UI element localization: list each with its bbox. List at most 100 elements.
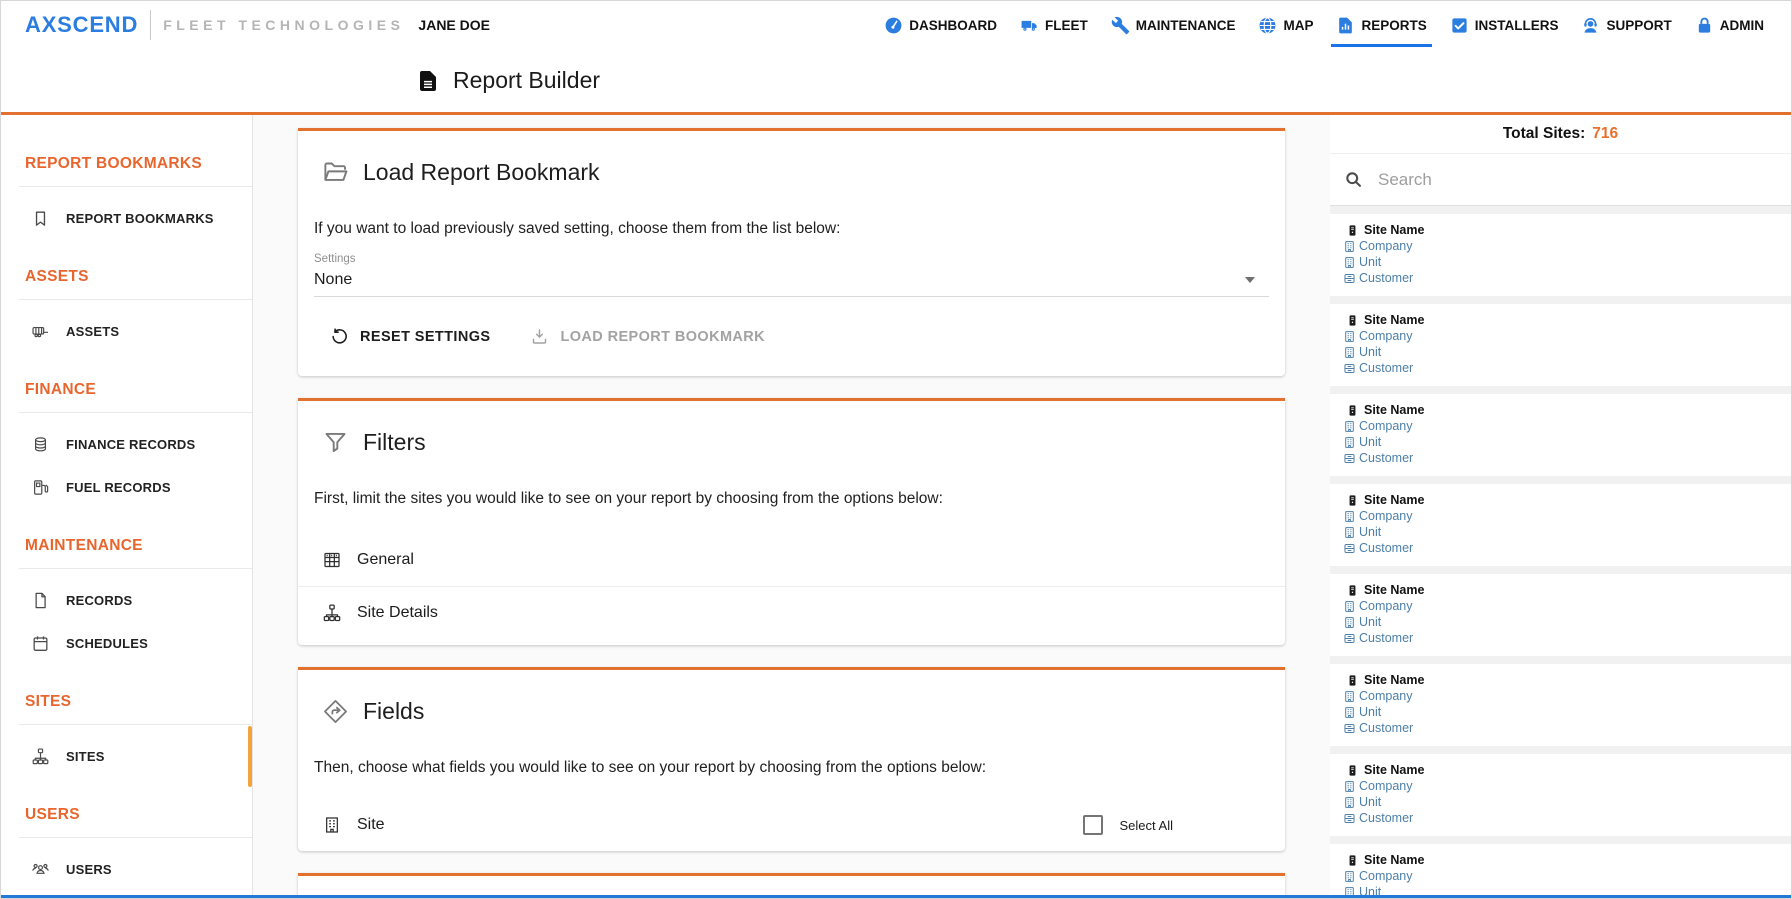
- nav-maintenance[interactable]: MAINTENANCE: [1110, 1, 1237, 49]
- logged-in-user: JANE DOE: [418, 17, 490, 33]
- card-description: If you want to load previously saved set…: [298, 186, 1285, 238]
- site-unit-link[interactable]: Unit: [1343, 254, 1781, 270]
- sidebar-heading: REPORT BOOKMARKS: [1, 129, 252, 186]
- sidebar-item-assets[interactable]: ASSETS: [1, 310, 252, 353]
- site-company-link[interactable]: Company: [1343, 778, 1781, 794]
- site-company-link[interactable]: Company: [1343, 598, 1781, 614]
- site-unit-link[interactable]: Unit: [1343, 344, 1781, 360]
- site-card[interactable]: Site Name Company Unit Customer: [1330, 304, 1791, 394]
- report-file-icon: [1336, 16, 1355, 35]
- load-report-bookmark-button[interactable]: LOAD REPORT BOOKMARK: [530, 327, 765, 346]
- site-company-link[interactable]: Company: [1343, 868, 1781, 884]
- site-unit-link[interactable]: Unit: [1343, 794, 1781, 810]
- brand: AXSCEND FLEET TECHNOLOGIES JANE DOE: [25, 10, 490, 40]
- building-icon: [1343, 420, 1356, 433]
- total-sites-value: 716: [1592, 125, 1618, 143]
- sidebar-heading: ASSETS: [1, 242, 252, 299]
- fuel-pump-icon: [31, 478, 50, 497]
- site-company-link[interactable]: Company: [1343, 238, 1781, 254]
- sidebar-item-users[interactable]: USERS: [1, 848, 252, 891]
- field-site-row[interactable]: Site: [322, 815, 385, 835]
- sidebar-heading: MAINTENANCE: [1, 511, 252, 568]
- site-customer-link[interactable]: Customer: [1343, 540, 1781, 556]
- site-card[interactable]: Site Name Company Unit Customer: [1330, 664, 1791, 754]
- nav-map[interactable]: MAP: [1257, 1, 1314, 49]
- reset-settings-button[interactable]: RESET SETTINGS: [330, 327, 490, 346]
- card-title: Filters: [363, 429, 426, 456]
- site-company-link[interactable]: Company: [1343, 688, 1781, 704]
- select-all-label: Select All: [1120, 818, 1173, 833]
- site-customer-link[interactable]: Customer: [1343, 270, 1781, 286]
- sidebar-item-report-bookmarks[interactable]: REPORT BOOKMARKS: [1, 197, 252, 240]
- building-icon: [1343, 870, 1356, 883]
- site-name: Site Name: [1343, 762, 1781, 778]
- select-all-control[interactable]: Select All: [1083, 815, 1173, 835]
- building-icon: [1343, 510, 1356, 523]
- sidebar-item-schedules[interactable]: SCHEDULES: [1, 622, 252, 665]
- site-card[interactable]: Site Name Company Unit Customer: [1330, 484, 1791, 574]
- sites-panel: Total Sites: 716 Site Name Company Unit …: [1330, 115, 1791, 899]
- building-icon: [1343, 256, 1356, 269]
- nav-fleet[interactable]: FLEET: [1019, 1, 1089, 49]
- site-card[interactable]: Site Name Company Unit Customer: [1330, 574, 1791, 664]
- site-unit-link[interactable]: Unit: [1343, 434, 1781, 450]
- sidebar-section-users: USERS USERS: [1, 780, 252, 893]
- sidebar-item-sites[interactable]: SITES: [1, 735, 252, 778]
- sidebar-section-report-bookmarks: REPORT BOOKMARKS REPORT BOOKMARKS: [1, 129, 252, 242]
- filter-site-details-row[interactable]: Site Details: [298, 586, 1285, 639]
- site-card[interactable]: Site Name Company Unit Customer: [1330, 394, 1791, 484]
- filter-general-row[interactable]: General: [298, 534, 1285, 586]
- sitemap-icon: [322, 603, 342, 623]
- sidebar-item-records[interactable]: RECORDS: [1, 579, 252, 622]
- open-folder-icon: [322, 159, 349, 186]
- coins-icon: [31, 435, 50, 454]
- site-name: Site Name: [1343, 492, 1781, 508]
- nav-dashboard[interactable]: DASHBOARD: [883, 1, 998, 49]
- site-customer-link[interactable]: Customer: [1343, 720, 1781, 736]
- nav-reports[interactable]: REPORTS: [1335, 1, 1427, 49]
- nav-admin[interactable]: ADMIN: [1694, 1, 1765, 49]
- nav-installers[interactable]: INSTALLERS: [1449, 1, 1560, 49]
- brand-logo: AXSCEND: [25, 12, 138, 38]
- site-company-link[interactable]: Company: [1343, 418, 1781, 434]
- building-icon: [1343, 330, 1356, 343]
- building-icon: [1343, 600, 1356, 613]
- site-company-link[interactable]: Company: [1343, 508, 1781, 524]
- app-header: AXSCEND FLEET TECHNOLOGIES JANE DOE DASH…: [1, 1, 1791, 112]
- site-customer-link[interactable]: Customer: [1343, 630, 1781, 646]
- site-card[interactable]: Site Name Company Unit Customer: [1330, 754, 1791, 844]
- site-customer-link[interactable]: Customer: [1343, 810, 1781, 826]
- nav-support[interactable]: SUPPORT: [1580, 1, 1672, 49]
- sidebar-item-fuel-records[interactable]: FUEL RECORDS: [1, 466, 252, 509]
- site-card[interactable]: Site Name Company Unit Customer: [1330, 214, 1791, 304]
- site-customer-link[interactable]: Customer: [1343, 360, 1781, 376]
- site-list: Site Name Company Unit Customer Site Nam…: [1330, 206, 1791, 899]
- calendar-icon: [31, 634, 50, 653]
- site-name: Site Name: [1343, 582, 1781, 598]
- settings-select[interactable]: Settings None: [314, 253, 1269, 297]
- drawer-icon: [1343, 632, 1356, 645]
- brand-divider: [150, 10, 151, 40]
- site-name: Site Name: [1343, 402, 1781, 418]
- sidebar-section-maintenance: MAINTENANCE RECORDS SCHEDULES: [1, 511, 252, 667]
- site-unit-link[interactable]: Unit: [1343, 524, 1781, 540]
- site-unit-link[interactable]: Unit: [1343, 704, 1781, 720]
- site-name: Site Name: [1343, 672, 1781, 688]
- building-icon: [1343, 346, 1356, 359]
- site-unit-link[interactable]: Unit: [1343, 614, 1781, 630]
- search-input[interactable]: [1378, 170, 1777, 190]
- window-bottom-edge: [1, 895, 1791, 898]
- site-customer-link[interactable]: Customer: [1343, 450, 1781, 466]
- sidebar-heading: USERS: [1, 780, 252, 837]
- site-card[interactable]: Site Name Company Unit Customer: [1330, 844, 1791, 899]
- select-all-checkbox[interactable]: [1083, 815, 1103, 835]
- card-title: Fields: [363, 698, 424, 725]
- sidebar-section-sites: SITES SITES: [1, 667, 252, 780]
- site-company-link[interactable]: Company: [1343, 328, 1781, 344]
- sidebar-item-finance-records[interactable]: FINANCE RECORDS: [1, 423, 252, 466]
- wrench-icon: [1111, 16, 1130, 35]
- report-builder-app: AXSCEND FLEET TECHNOLOGIES JANE DOE DASH…: [0, 0, 1792, 899]
- building-icon: [1343, 706, 1356, 719]
- drawer-icon: [1343, 722, 1356, 735]
- drawer-icon: [1343, 812, 1356, 825]
